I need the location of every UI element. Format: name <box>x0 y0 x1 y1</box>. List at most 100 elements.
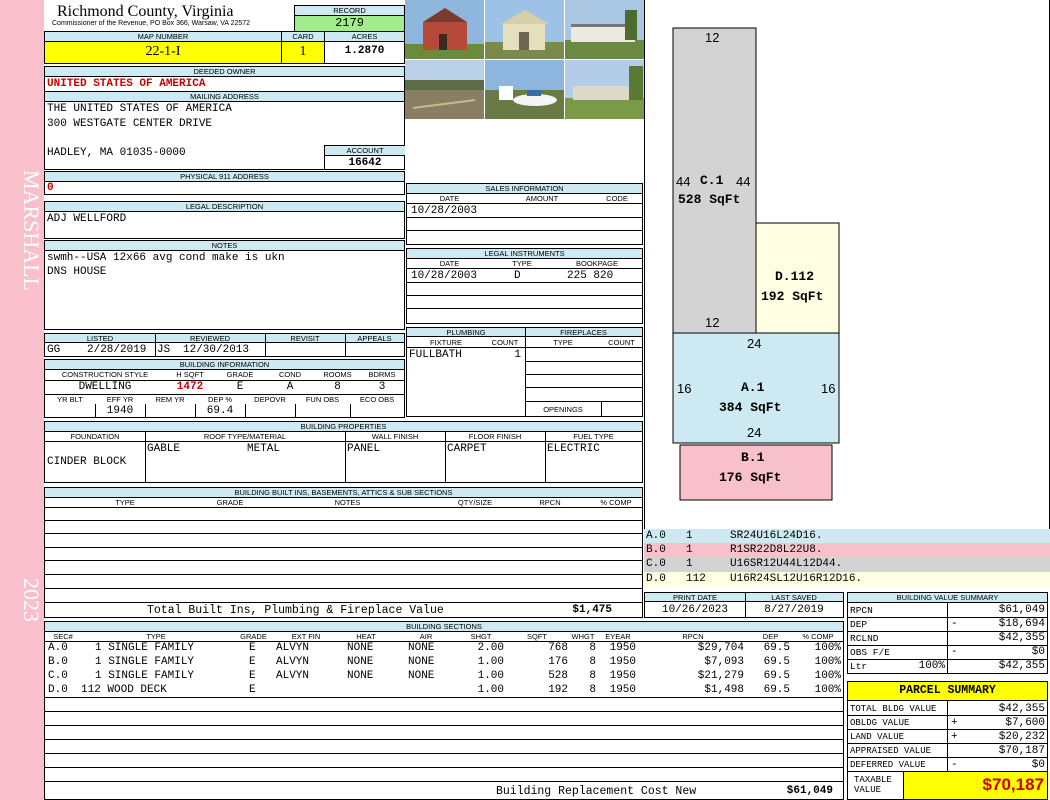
photo-boat[interactable] <box>485 60 564 119</box>
photo-home-side[interactable] <box>565 60 644 119</box>
fireplaces-label: FIREPLACES <box>560 328 607 337</box>
obldg-value: $7,600 <box>1005 717 1045 729</box>
bedrooms-count: 3 <box>378 381 386 393</box>
legend-b-n: 1 <box>686 544 693 556</box>
roof-material-value: METAL <box>247 443 281 455</box>
legend-b-code: R1SR22D8L22U8. <box>730 544 823 556</box>
yrblt-header: YR BLT <box>57 395 83 404</box>
building-information-section: BUILDING INFORMATION CONSTRUCTION STYLE … <box>44 359 405 418</box>
section-row-b-heat: NONE <box>347 656 374 668</box>
section-row-c-rpcn: $21,279 <box>697 670 744 682</box>
col-sec: SEC# <box>53 632 73 641</box>
section-row-a-sqft: 768 <box>548 642 568 654</box>
instrument-bookpage: 225 820 <box>567 270 614 282</box>
rooms-count: 8 <box>334 381 341 393</box>
dep-value: $18,694 <box>998 618 1045 630</box>
ecoobs-header: ECO OBS <box>359 395 395 404</box>
builtin-qty-header: QTY/SIZE <box>457 498 493 507</box>
photo-yard[interactable] <box>405 60 484 119</box>
section-row-a-grade: E <box>249 642 256 654</box>
section-row-b-shgt: 1.00 <box>477 656 504 668</box>
photo-mobile-home[interactable] <box>565 0 644 59</box>
grade-header: GRADE <box>226 370 254 379</box>
c-section-area: 528 SqFt <box>678 192 741 207</box>
section-row-c-sqft: 528 <box>548 670 568 682</box>
sales-information-label: SALES INFORMATION <box>407 184 642 194</box>
plumbing-fireplaces-section: PLUMBING FIREPLACES FIXTURE COUNT TYPE C… <box>406 327 643 417</box>
a-section-label: A.1 <box>741 380 765 395</box>
c-section-label: C.1 <box>700 173 724 188</box>
notes-line-1: swmh--USA 12x66 avg cond make is ukn <box>47 252 285 264</box>
legend-c-n: 1 <box>686 558 693 570</box>
col-ext: EXT FIN <box>291 632 321 641</box>
reviewed-label: REVIEWED <box>189 334 230 343</box>
record-box: RECORD 2179 <box>294 5 405 31</box>
photo-barn[interactable] <box>405 0 484 59</box>
section-row-a-ext: ALVYN <box>276 642 310 654</box>
section-row-c-ext: ALVYN <box>276 670 310 682</box>
fuel-type-value: ELECTRIC <box>547 443 600 455</box>
record-number: 2179 <box>295 16 404 31</box>
section-row-c-grade: E <box>249 670 256 682</box>
obs-label: OBS F/E <box>850 647 890 658</box>
mail-line-2: 300 WESTGATE CENTER DRIVE <box>47 118 213 130</box>
listed-by: GG <box>47 344 61 356</box>
section-row-c-comp: 100% <box>814 670 841 682</box>
section-row-d-shgt: 1.00 <box>477 684 504 696</box>
c-top-dim: 12 <box>705 30 720 45</box>
district-sidebar: MARSHALL 2023 <box>0 0 44 800</box>
sales-date-header: DATE <box>439 194 460 203</box>
a-section-area: 384 SqFt <box>719 400 782 415</box>
floor-header: FLOOR FINISH <box>468 432 522 441</box>
c-left-dim: 44 <box>676 174 691 189</box>
legend-b-sec: B.0 <box>646 544 666 556</box>
section-row-b-whgt: 8 <box>589 656 596 668</box>
section-row-a-air: NONE <box>408 642 435 654</box>
legend-a-code: SR24U16L24D16. <box>730 530 823 542</box>
ltr-label: Ltr <box>850 661 868 672</box>
address-911-section: PHYSICAL 911 ADDRESS 0 <box>44 171 405 195</box>
sales-amount-header: AMOUNT <box>525 194 559 203</box>
mail-line-1: THE UNITED STATES OF AMERICA <box>47 103 232 115</box>
section-row-c-whgt: 8 <box>589 670 596 682</box>
effective-year: 1940 <box>106 405 134 417</box>
depovr-header: DEPOVR <box>254 395 286 404</box>
legend-row-d: D.0 112 U16R24SL12U16R12D16. <box>644 572 1050 587</box>
d-section-label: D.112 <box>775 269 815 284</box>
builtins-total-value: $1,475 <box>572 604 612 616</box>
col-shgt: SHGT <box>470 632 492 641</box>
photo-shed[interactable] <box>485 0 564 59</box>
sketch-legend: A.0 1 SR24U16L24D16. B.0 1 R1SR22D8L22U8… <box>644 529 1050 588</box>
obldg-label: OBLDG VALUE <box>850 718 910 728</box>
parcel-summary-title: PARCEL SUMMARY <box>848 682 1047 701</box>
commissioner-address: Commissioner of the Revenue, PO Box 366,… <box>52 20 251 27</box>
dep-header: DEP % <box>207 395 233 404</box>
instrument-book-header: BOOKPAGE <box>576 259 618 268</box>
address-911-label: PHYSICAL 911 ADDRESS <box>45 172 404 182</box>
land-value: $20,232 <box>998 731 1045 743</box>
builtin-rpcn-header: RPCN <box>539 498 561 507</box>
rooms-header: ROOMS <box>323 370 352 379</box>
d-section-area: 192 SqFt <box>761 289 824 304</box>
last-saved-date: 8/27/2019 <box>764 604 824 616</box>
c-right-dim: 44 <box>736 174 751 189</box>
section-row-a-heat: NONE <box>347 642 374 654</box>
deferred-value: $0 <box>1031 759 1045 771</box>
fireplace-type-header: TYPE <box>553 338 573 347</box>
building-sketch[interactable]: 12 44 44 C.1 528 SqFt 12 D.112 192 SqFt … <box>644 0 1050 529</box>
notes-label: NOTES <box>45 241 404 251</box>
plumbing-fixture: FULLBATH <box>409 349 462 361</box>
section-row-c-dep: 69.5 <box>763 670 790 682</box>
col-grade: GRADE <box>240 632 267 641</box>
bdrms-header: BDRMS <box>368 370 396 379</box>
style-header: CONSTRUCTION STYLE <box>61 370 149 379</box>
plumbing-label: PLUMBING <box>446 328 486 337</box>
heated-sqft: 1472 <box>176 381 204 393</box>
building-properties-section: BUILDING PROPERTIES FOUNDATION ROOF TYPE… <box>44 421 643 483</box>
foundation-value: CINDER BLOCK <box>47 456 127 468</box>
section-row-b-type: 1 SINGLE FAMILY <box>95 656 195 668</box>
section-row-a-shgt: 2.00 <box>477 642 504 654</box>
a-bottom-dim: 24 <box>747 425 762 440</box>
sales-information-section: SALES INFORMATION DATE AMOUNT CODE 10/28… <box>406 183 643 245</box>
account-label: ACCOUNT <box>325 146 405 156</box>
